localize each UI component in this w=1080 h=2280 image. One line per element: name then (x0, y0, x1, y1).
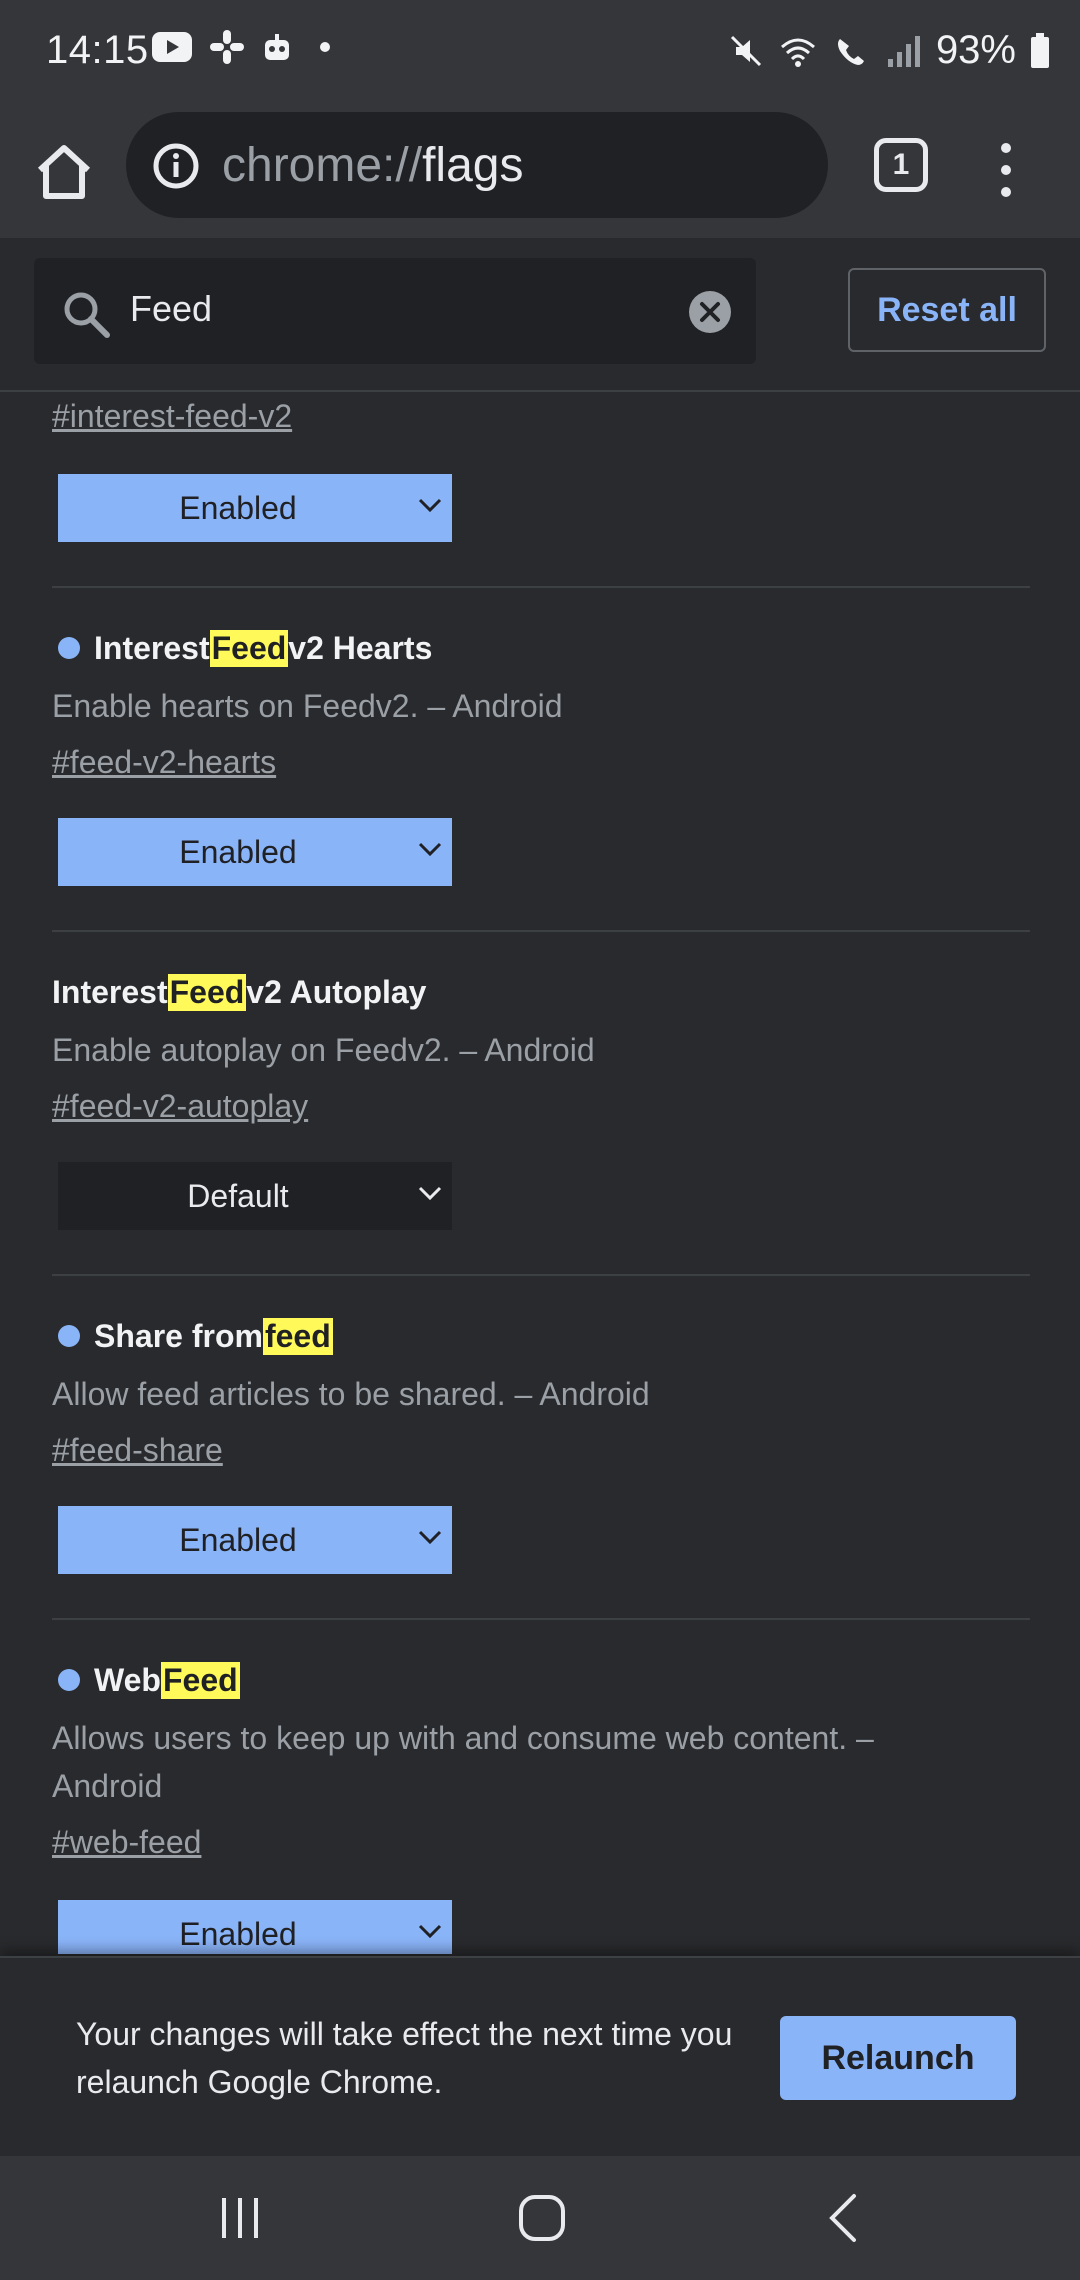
dot-icon (320, 42, 330, 52)
select-value: Enabled (179, 1916, 297, 1952)
experiment-feed-share: Share from feed Allow feed articles to b… (52, 1314, 1030, 1474)
title-text: Interest (52, 973, 168, 1010)
clear-search-icon[interactable] (688, 290, 732, 334)
divider (52, 1274, 1030, 1276)
omnibox[interactable]: chrome://flags (126, 112, 828, 218)
experiment-link[interactable]: #web-feed (52, 1818, 972, 1866)
search-box[interactable]: Feed (34, 258, 756, 364)
experiment-link[interactable]: #feed-v2-hearts (52, 738, 1030, 786)
experiment-select[interactable]: Enabled (58, 818, 452, 886)
url-host: flags (422, 139, 524, 192)
title-text: Share from (94, 1317, 263, 1354)
experiment-title: Share from feed (52, 1314, 1030, 1358)
experiment-description: Enable hearts on Feedv2. – Android (52, 688, 563, 724)
slack-icon (210, 30, 244, 64)
system-icons: 93% (728, 28, 1050, 73)
search-input[interactable]: Feed (130, 288, 212, 330)
chevron-down-icon (418, 1530, 442, 1544)
select-value: Default (187, 1178, 289, 1214)
experiment-description: Allow feed articles to be shared. – Andr… (52, 1376, 650, 1412)
select-value: Enabled (179, 834, 297, 870)
title-text: v2 Hearts (288, 629, 433, 666)
modified-indicator-icon (58, 637, 80, 659)
experiment-interest-feed-v2: #interest-feed-v2 (52, 392, 1030, 440)
call-icon (837, 38, 864, 65)
youtube-icon (152, 32, 192, 62)
status-bar: 14:15 93% (0, 0, 1080, 108)
back-icon[interactable] (816, 2190, 876, 2246)
bot-icon (265, 34, 289, 60)
reset-all-button[interactable]: Reset all (848, 268, 1046, 352)
experiment-feed-v2-autoplay: Interest Feed v2 Autoplay Enable autopla… (52, 970, 1030, 1130)
relaunch-message: Your changes will take effect the next t… (76, 2016, 733, 2100)
search-icon (64, 292, 110, 338)
info-icon[interactable] (152, 142, 200, 190)
title-text: Web (94, 1661, 161, 1698)
relaunch-button[interactable]: Relaunch (780, 2016, 1016, 2100)
title-text: Interest (94, 629, 210, 666)
modified-indicator-icon (58, 1325, 80, 1347)
select-value: Enabled (179, 490, 297, 526)
chevron-down-icon (418, 498, 442, 512)
experiment-web-feed: Web Feed Allows users to keep up with an… (52, 1658, 972, 1866)
flags-search-row: Feed Reset all (0, 238, 1080, 392)
home-nav-icon[interactable] (512, 2190, 572, 2246)
system-nav-bar (0, 2156, 1080, 2280)
chevron-down-icon (418, 1186, 442, 1200)
experiment-select[interactable]: Enabled (58, 474, 452, 542)
experiment-description: Enable autoplay on Feedv2. – Android (52, 1032, 595, 1068)
experiment-link[interactable]: #feed-share (52, 1426, 1030, 1474)
chevron-down-icon (418, 1924, 442, 1938)
divider (52, 586, 1030, 588)
chevron-down-icon (418, 842, 442, 856)
recents-icon[interactable] (210, 2190, 270, 2246)
search-highlight: feed (262, 1317, 333, 1355)
title-text: v2 Autoplay (246, 973, 427, 1010)
url-scheme: chrome:// (222, 139, 423, 192)
experiment-select[interactable]: Enabled (58, 1900, 452, 1954)
battery-icon (1031, 32, 1049, 68)
search-highlight: Feed (209, 629, 289, 667)
home-icon[interactable] (30, 138, 98, 206)
search-highlight: Feed (167, 973, 247, 1011)
browser-toolbar: chrome://flags 1 (0, 108, 1080, 238)
experiment-title: Interest Feed v2 Hearts (52, 626, 1030, 670)
experiments-list: #interest-feed-v2 Enabled Interest Feed … (0, 392, 1080, 1954)
notification-icons (152, 30, 340, 64)
status-time: 14:15 (46, 28, 149, 72)
relaunch-bar: Your changes will take effect the next t… (0, 1956, 1080, 2156)
mute-icon (730, 35, 761, 66)
experiment-title: Interest Feed v2 Autoplay (52, 970, 1030, 1014)
divider (52, 930, 1030, 932)
experiment-title: Web Feed (52, 1658, 972, 1702)
experiment-select[interactable]: Enabled (58, 1506, 452, 1574)
search-highlight: Feed (160, 1661, 240, 1699)
experiment-link[interactable]: #feed-v2-autoplay (52, 1082, 1030, 1130)
wifi-icon (780, 38, 815, 67)
battery-percent: 93% (935, 28, 1016, 72)
modified-indicator-icon (58, 1669, 80, 1691)
more-options-icon[interactable] (988, 138, 1024, 202)
experiment-select[interactable]: Default (58, 1162, 452, 1230)
url-text[interactable]: chrome://flags (222, 138, 523, 193)
experiment-description: Allows users to keep up with and consume… (52, 1720, 874, 1804)
signal-icon (887, 35, 920, 67)
select-value: Enabled (179, 1522, 297, 1558)
divider (52, 1618, 1030, 1620)
tab-switcher-button[interactable]: 1 (874, 138, 928, 192)
experiment-feed-v2-hearts: Interest Feed v2 Hearts Enable hearts on… (52, 626, 1030, 786)
experiment-link[interactable]: #interest-feed-v2 (52, 392, 1030, 440)
